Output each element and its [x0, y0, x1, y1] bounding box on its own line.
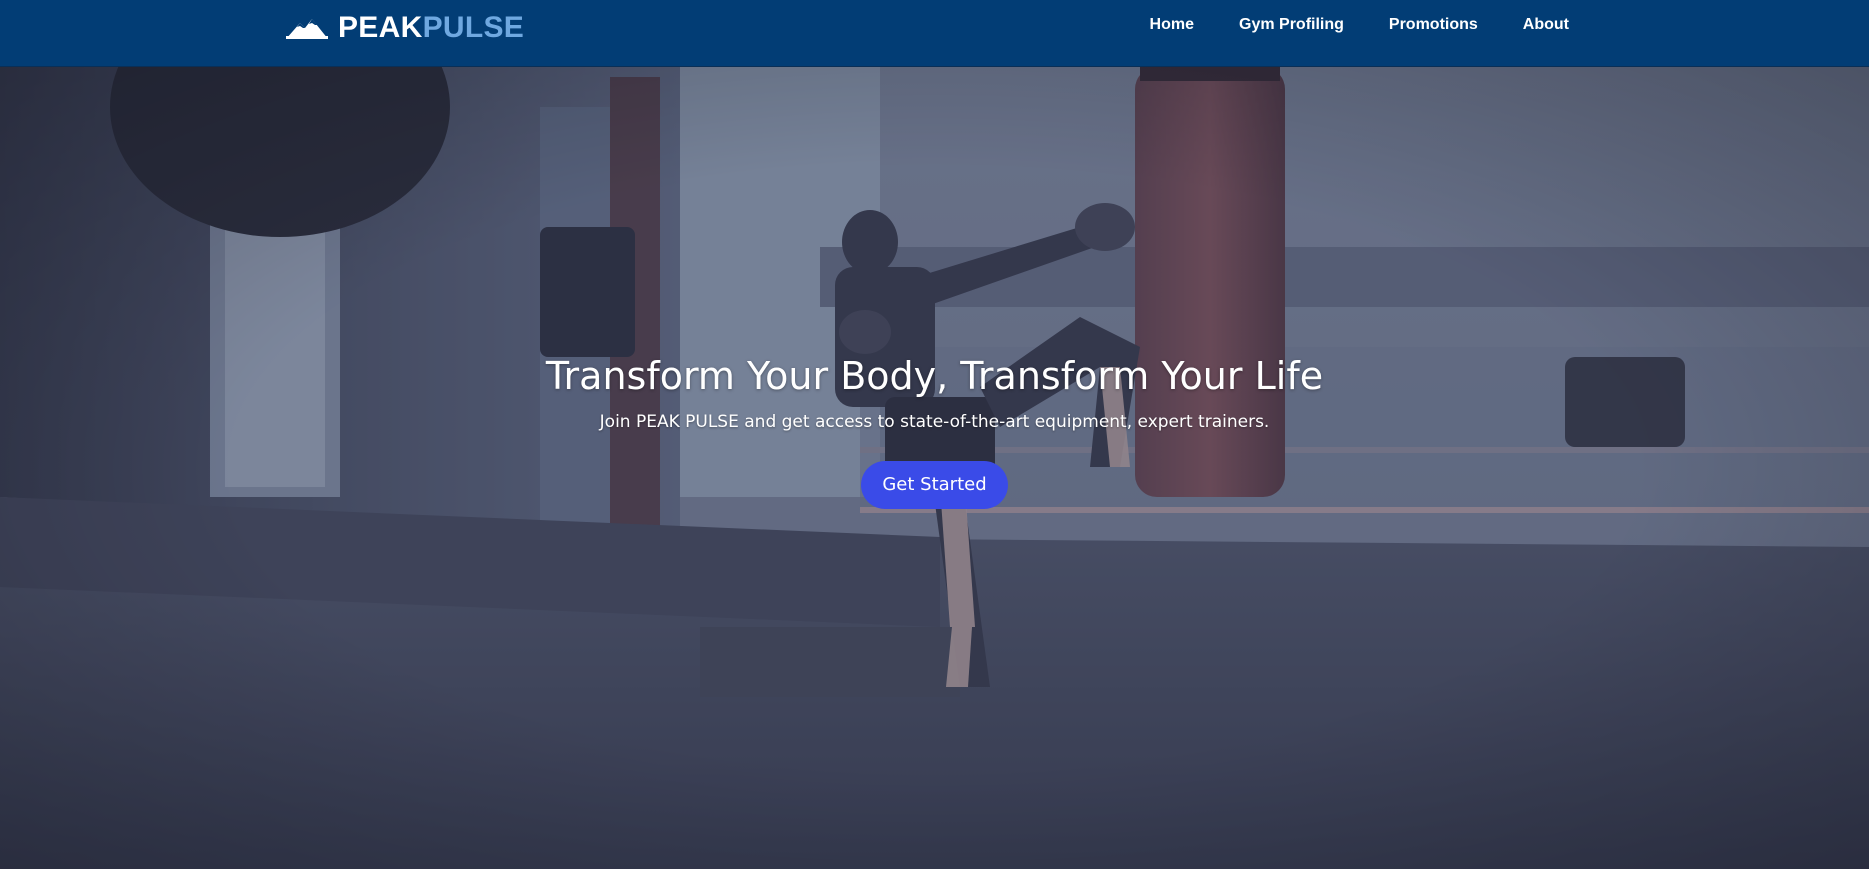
- nav-link-gym-profiling[interactable]: Gym Profiling: [1239, 16, 1344, 34]
- nav-link-home[interactable]: Home: [1150, 16, 1194, 34]
- brand-name: PEAKPULSE: [338, 10, 524, 46]
- get-started-button[interactable]: Get Started: [861, 461, 1008, 509]
- top-navbar: PEAKPULSE Home Gym Profiling Promotions …: [0, 0, 1869, 67]
- brand-name-peak: PEAK: [338, 11, 423, 44]
- nav-link-about[interactable]: About: [1523, 16, 1569, 34]
- nav-link-promotions[interactable]: Promotions: [1389, 16, 1478, 34]
- brand-logo-link[interactable]: PEAKPULSE: [286, 10, 524, 46]
- hero-subtitle: Join PEAK PULSE and get access to state-…: [599, 412, 1270, 432]
- hero-section: Transform Your Body, Transform Your Life…: [0, 67, 1869, 869]
- brand-name-pulse: PULSE: [422, 11, 525, 44]
- hero-content: Transform Your Body, Transform Your Life…: [0, 353, 1869, 509]
- hero-title: Transform Your Body, Transform Your Life: [545, 354, 1324, 398]
- mountain-icon: [286, 19, 328, 39]
- main-nav: Home Gym Profiling Promotions About: [1105, 0, 1569, 50]
